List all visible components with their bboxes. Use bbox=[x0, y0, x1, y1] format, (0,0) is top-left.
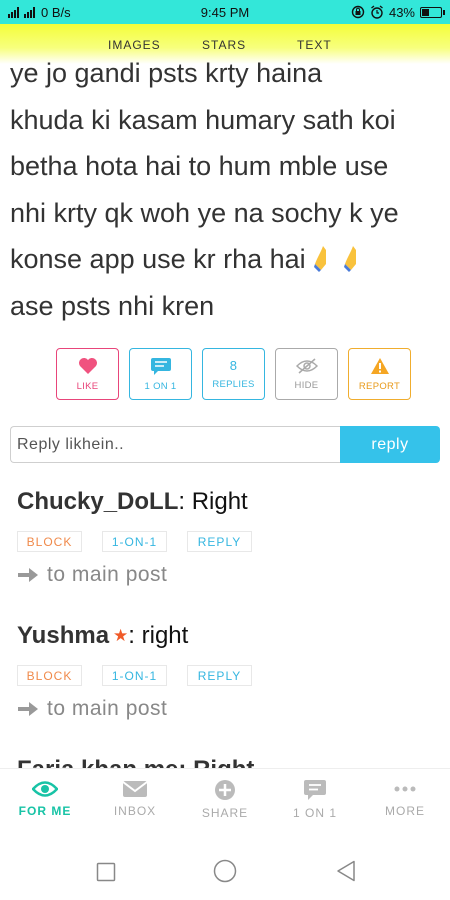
one-on-one-button[interactable]: 1-ON-1 bbox=[102, 665, 167, 686]
to-main-post-link[interactable]: to main post bbox=[17, 563, 437, 587]
block-button[interactable]: BLOCK bbox=[17, 665, 82, 686]
partial-comment: Faria khan me: Right bbox=[17, 756, 254, 768]
back-icon[interactable] bbox=[336, 860, 356, 882]
plus-circle-icon bbox=[215, 780, 235, 800]
comment-line: Chucky_DoLL: Right bbox=[17, 488, 437, 516]
comment-item: Yushma ★: right BLOCK 1-ON-1 REPLY to mai… bbox=[17, 622, 437, 721]
replies-label: REPLIES bbox=[212, 378, 255, 390]
comment-username[interactable]: Yushma bbox=[17, 622, 109, 649]
post-line: nhi krty qk woh ye na sochy k ye bbox=[10, 197, 399, 228]
block-button[interactable]: BLOCK bbox=[17, 531, 82, 552]
nav-more[interactable]: MORE bbox=[360, 769, 450, 830]
signal-icon bbox=[8, 6, 19, 18]
alarm-icon bbox=[371, 5, 383, 19]
hide-button[interactable]: HIDE bbox=[275, 348, 338, 400]
to-main-post-link[interactable]: to main post bbox=[17, 697, 437, 721]
reply-input[interactable] bbox=[10, 426, 340, 463]
heart-icon bbox=[78, 357, 97, 374]
to-main-post-label: to main post bbox=[47, 563, 168, 586]
chat-bubble-icon bbox=[304, 780, 326, 800]
post-body: ye jo gandi psts krty haina khuda ki kas… bbox=[0, 50, 450, 329]
post-line: khuda ki kasam humary sath koi bbox=[10, 104, 396, 135]
eye-slash-icon bbox=[295, 357, 318, 374]
star-icon: ★ bbox=[113, 626, 129, 645]
status-right: 43% bbox=[351, 4, 445, 20]
envelope-icon bbox=[122, 781, 148, 797]
one-on-one-button[interactable]: 1-ON-1 bbox=[102, 531, 167, 552]
more-dots-icon bbox=[394, 786, 416, 792]
reply-comment-button[interactable]: REPLY bbox=[187, 531, 252, 552]
like-label: LIKE bbox=[76, 380, 99, 392]
one-on-one-button[interactable]: 1 ON 1 bbox=[129, 348, 192, 400]
nav-one-on-one[interactable]: 1 ON 1 bbox=[270, 769, 360, 830]
home-icon[interactable] bbox=[213, 859, 237, 883]
comment-username[interactable]: Chucky_DoLL bbox=[17, 488, 178, 515]
signal-icon-2 bbox=[24, 6, 35, 18]
to-main-post-label: to main post bbox=[47, 697, 168, 720]
folded-hands-icon bbox=[314, 246, 327, 272]
one-on-one-label: 1 ON 1 bbox=[144, 380, 177, 392]
feed-content: ye jo gandi psts krty haina khuda ki kas… bbox=[0, 50, 450, 768]
system-nav-bar bbox=[0, 830, 450, 900]
eye-icon bbox=[32, 781, 58, 797]
reply-count: 8 bbox=[229, 357, 238, 373]
nav-for-me[interactable]: FOR ME bbox=[0, 769, 90, 830]
status-bar: 0 B/s 9:45 PM 43% bbox=[0, 0, 450, 24]
battery-percent: 43% bbox=[388, 4, 415, 20]
post-actions: LIKE 1 ON 1 8 REPLIES HIDE REPORT bbox=[56, 348, 411, 400]
comment-line: Yushma ★: right bbox=[17, 622, 437, 650]
folded-hands-icon bbox=[344, 246, 357, 272]
post-line: ase psts nhi kren bbox=[10, 290, 215, 321]
like-button[interactable]: LIKE bbox=[56, 348, 119, 400]
comment-text: : Right bbox=[178, 488, 248, 515]
lock-rotation-icon bbox=[351, 5, 365, 19]
comment-text: : right bbox=[128, 622, 189, 649]
warning-icon bbox=[370, 357, 389, 374]
nav-inbox[interactable]: INBOX bbox=[90, 769, 180, 830]
nav-label: FOR ME bbox=[18, 804, 72, 818]
replies-button[interactable]: 8 REPLIES bbox=[202, 348, 265, 400]
reply-button[interactable]: reply bbox=[340, 426, 440, 463]
recents-icon[interactable] bbox=[96, 862, 116, 882]
nav-label: SHARE bbox=[201, 806, 249, 820]
report-button[interactable]: REPORT bbox=[348, 348, 411, 400]
nav-share[interactable]: SHARE bbox=[180, 769, 270, 830]
reply-box: reply bbox=[10, 426, 440, 463]
report-label: REPORT bbox=[358, 380, 401, 392]
status-left: 0 B/s bbox=[8, 5, 71, 20]
nav-label: INBOX bbox=[113, 804, 157, 818]
post-line: ye jo gandi psts krty haina bbox=[10, 58, 323, 88]
post-line-with-emoji: konse app use kr rha hai bbox=[10, 236, 440, 283]
bottom-nav: FOR ME INBOX SHARE 1 ON 1 MORE bbox=[0, 768, 450, 830]
post-line: konse app use kr rha hai bbox=[10, 244, 306, 274]
nav-label: MORE bbox=[385, 804, 425, 818]
network-speed: 0 B/s bbox=[41, 4, 71, 20]
battery-icon bbox=[420, 6, 445, 18]
reply-comment-button[interactable]: REPLY bbox=[187, 665, 252, 686]
comment-actions: BLOCK 1-ON-1 REPLY bbox=[17, 665, 437, 686]
arrow-right-icon bbox=[18, 702, 38, 716]
arrow-right-icon bbox=[18, 568, 38, 582]
message-icon bbox=[150, 357, 171, 375]
nav-label: 1 ON 1 bbox=[292, 806, 337, 820]
hide-label: HIDE bbox=[294, 379, 319, 391]
comment-item: Chucky_DoLL: Right BLOCK 1-ON-1 REPLY to… bbox=[17, 488, 437, 587]
post-line: betha hota hai to hum mble use bbox=[10, 151, 389, 181]
comment-actions: BLOCK 1-ON-1 REPLY bbox=[17, 531, 437, 552]
